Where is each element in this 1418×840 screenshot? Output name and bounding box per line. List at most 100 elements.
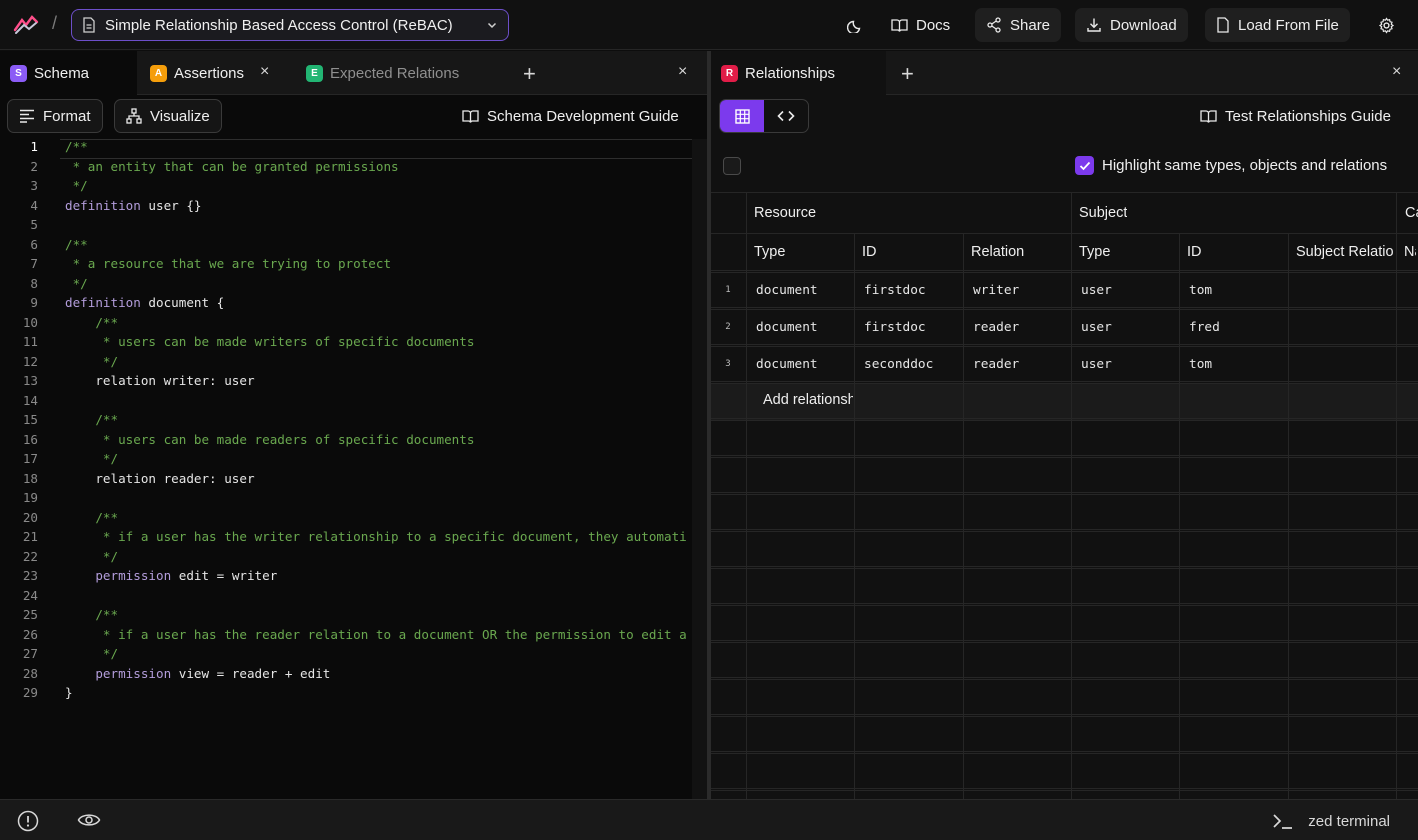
- document-icon: [83, 17, 95, 33]
- grid-row-line: [711, 751, 1418, 752]
- code-line: 5: [0, 217, 707, 237]
- grid-cell[interactable]: firstdoc: [864, 320, 961, 335]
- schema-guide-link[interactable]: Schema Development Guide: [462, 108, 679, 125]
- code-token: edit = writer: [171, 568, 278, 583]
- code-token: /**: [65, 236, 88, 252]
- code-text: */: [65, 451, 118, 466]
- editor-scrollbar[interactable]: [692, 139, 707, 799]
- code-line: 10 /**: [0, 315, 707, 335]
- code-line: 26 * if a user has the reader relation t…: [0, 627, 707, 647]
- grid-row-line: [711, 418, 1418, 419]
- line-number: 25: [22, 607, 38, 622]
- close-panel-button[interactable]: ×: [678, 63, 687, 81]
- grid-cell[interactable]: tom: [1189, 357, 1286, 372]
- grid-row-line: [711, 568, 1418, 569]
- code-view-button[interactable]: [764, 100, 808, 132]
- visualize-button[interactable]: Visualize: [114, 99, 222, 133]
- close-assertions-tab-button[interactable]: ×: [260, 63, 269, 81]
- code-line: 13 relation writer: user: [0, 373, 707, 393]
- tab-expected-relations[interactable]: E Expected Relations: [296, 51, 496, 95]
- schema-guide-label: Schema Development Guide: [487, 108, 679, 125]
- code-line: 12 */: [0, 354, 707, 374]
- docs-button[interactable]: Docs: [880, 8, 961, 42]
- line-number: 2: [30, 158, 38, 174]
- grid-cell[interactable]: user: [1081, 320, 1177, 335]
- share-button[interactable]: Share: [975, 8, 1062, 42]
- line-number: 28: [22, 665, 38, 681]
- project-title-dropdown[interactable]: Simple Relationship Based Access Control…: [71, 9, 509, 41]
- grid-row-line: [711, 272, 1418, 273]
- alert-circle-icon[interactable]: [17, 810, 39, 832]
- column-header[interactable]: Relation: [971, 244, 1069, 260]
- schema-code-editor[interactable]: 1 /** 2 * an entity that can be granted pe…: [0, 139, 707, 799]
- grid-cell[interactable]: fred: [1189, 320, 1286, 335]
- code-token: */: [65, 451, 119, 466]
- grid-row-line: [711, 494, 1418, 495]
- grid-cell[interactable]: document: [756, 283, 852, 298]
- highlight-label: Highlight same types, objects and relati…: [1102, 157, 1388, 174]
- grid-cell[interactable]: firstdoc: [864, 283, 961, 298]
- grid-cell[interactable]: user: [1081, 283, 1177, 298]
- code-line: 19: [0, 490, 707, 510]
- code-text: */: [65, 178, 88, 193]
- line-number: 3: [30, 178, 38, 193]
- visualize-label: Visualize: [150, 107, 210, 125]
- expected-relations-badge: E: [306, 64, 323, 82]
- authzed-logo-icon[interactable]: [12, 14, 40, 36]
- terminal-icon: [1273, 814, 1293, 829]
- grid-view-button[interactable]: [720, 100, 764, 132]
- tab-relationships[interactable]: R Relationships: [711, 51, 886, 95]
- grid-cell[interactable]: user: [1081, 357, 1177, 372]
- grid-row-line: [711, 455, 1418, 456]
- grid-cell[interactable]: document: [756, 357, 852, 372]
- column-header[interactable]: Type: [1079, 244, 1177, 260]
- load-from-file-button[interactable]: Load From File: [1205, 8, 1350, 42]
- grid-cell[interactable]: reader: [973, 357, 1069, 372]
- close-right-panel-button[interactable]: ×: [1392, 63, 1401, 81]
- line-number: 24: [22, 587, 38, 603]
- column-header[interactable]: ID: [1187, 244, 1286, 260]
- grid-row-line: [711, 605, 1418, 606]
- add-relationship-button[interactable]: Add relationship: [757, 391, 853, 408]
- code-text: */: [65, 549, 118, 564]
- grid-cell[interactable]: reader: [973, 320, 1069, 335]
- terminal-toggle-button[interactable]: zed terminal: [1272, 812, 1390, 830]
- code-token: permission: [65, 568, 172, 583]
- tab-schema[interactable]: S Schema: [0, 51, 137, 95]
- add-tab-button[interactable]: +: [523, 61, 536, 87]
- grid-column-line: [1179, 233, 1180, 799]
- theme-toggle-button[interactable]: [836, 8, 874, 42]
- grid-cell[interactable]: tom: [1189, 283, 1286, 298]
- line-number: 12: [22, 353, 38, 369]
- line-number: 19: [22, 490, 38, 505]
- download-button[interactable]: Download: [1075, 8, 1188, 42]
- highlight-checkbox[interactable]: [1075, 156, 1094, 175]
- format-button[interactable]: Format: [7, 99, 103, 133]
- network-icon: [126, 108, 142, 124]
- code-text: permission edit = writer: [65, 568, 277, 583]
- code-line: 28 permission view = reader + edit: [0, 666, 707, 686]
- tab-assertions-label: Assertions: [174, 64, 245, 82]
- grid-row-line: [711, 566, 1418, 567]
- code-line: 3 */: [0, 178, 707, 198]
- grid-cell[interactable]: writer: [973, 283, 1069, 298]
- relationships-guide-link[interactable]: Test Relationships Guide: [1200, 108, 1391, 125]
- column-header[interactable]: Type: [754, 244, 852, 260]
- select-all-checkbox[interactable]: [723, 157, 741, 175]
- add-right-tab-button[interactable]: +: [901, 61, 914, 87]
- grid-row-line: [711, 790, 1418, 791]
- column-header[interactable]: Subject Relation: [1296, 244, 1394, 260]
- eye-icon[interactable]: [77, 811, 101, 829]
- grid-cell[interactable]: document: [756, 320, 852, 335]
- column-header[interactable]: Na: [1404, 244, 1416, 260]
- code-text: relation reader: user: [65, 471, 254, 486]
- code-text: definition user {}: [65, 198, 202, 213]
- code-text: definition document {: [65, 295, 224, 310]
- grid-cell[interactable]: seconddoc: [864, 357, 961, 372]
- column-header[interactable]: ID: [862, 244, 961, 260]
- settings-button[interactable]: [1367, 8, 1406, 42]
- code-text: */: [65, 646, 118, 661]
- line-number: 14: [22, 392, 38, 408]
- grid-row-line: [711, 716, 1418, 717]
- gear-icon: [1378, 16, 1395, 34]
